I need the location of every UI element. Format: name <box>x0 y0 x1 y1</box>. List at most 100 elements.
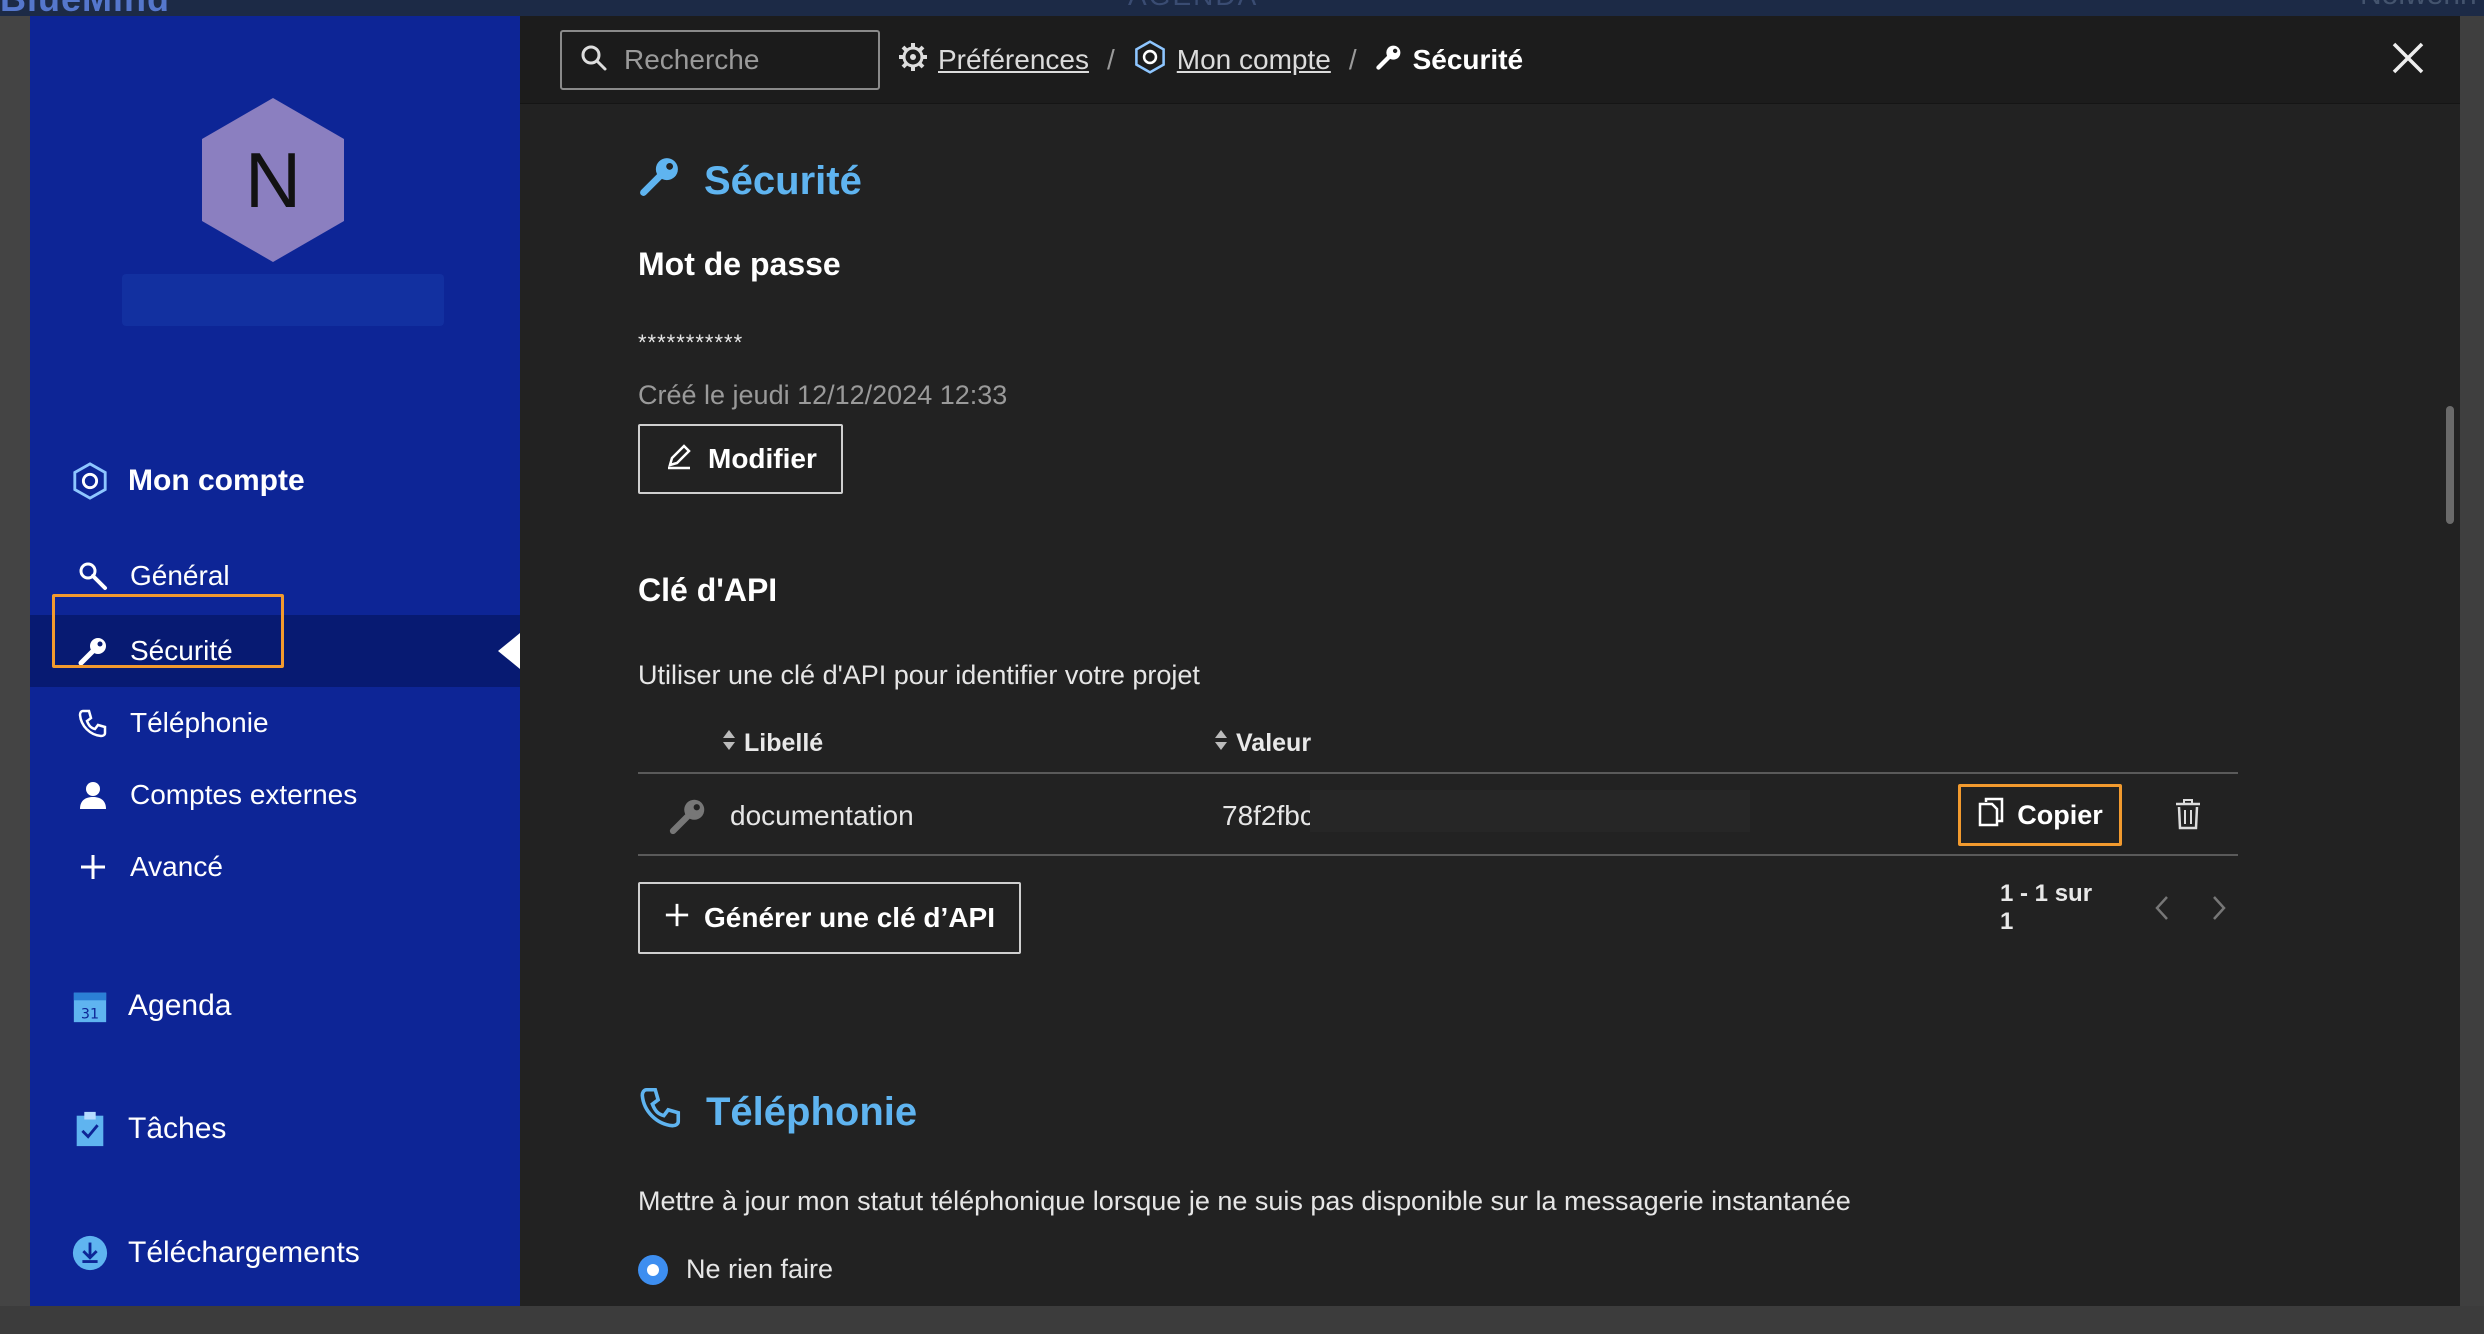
radio-button-selected[interactable] <box>638 1254 668 1285</box>
scrollbar[interactable] <box>2446 406 2454 524</box>
preferences-sidebar: N Mon compte Général Sécurité Téléphonie… <box>30 16 520 1306</box>
api-key-heading: Clé d'API <box>638 572 778 608</box>
sidebar-section-taches[interactable]: Tâches <box>30 1094 520 1164</box>
edit-password-button[interactable]: Modifier <box>638 424 843 494</box>
api-key-value: 78f2fbc <box>1222 800 1314 831</box>
copy-button[interactable]: Copier <box>1958 784 2122 846</box>
search-box[interactable] <box>560 30 880 90</box>
api-key-label: documentation <box>730 800 914 831</box>
radio-option-label: Ne rien faire <box>686 1254 834 1284</box>
sidebar-section-agenda[interactable]: 31 Agenda <box>30 971 520 1041</box>
sort-icon <box>722 728 736 759</box>
breadcrumb: Préférences / Mon compte / Sécurité <box>898 16 1523 104</box>
pagination-label: 1 - 1 sur 1 <box>2000 880 2093 935</box>
background-logo: BlueMind <box>0 0 170 16</box>
background-agenda-label: AGENDA <box>1128 0 1258 12</box>
section-title-text: Téléphonie <box>706 1089 918 1134</box>
table-header: Libellé Valeur <box>638 714 2238 774</box>
key-icon <box>1375 43 1403 78</box>
section-title-telephonie: Téléphonie <box>638 1084 917 1140</box>
chevron-right-icon <box>2213 896 2227 920</box>
radio-option-ne-rien-faire[interactable]: Ne rien faire <box>638 1254 833 1285</box>
pagination: 1 - 1 sur 1 <box>2000 880 2238 935</box>
section-title-securite: Sécurité <box>638 154 862 208</box>
pencil-icon <box>664 441 694 478</box>
table-row: documentation 78f2fbc Copier <box>638 776 2238 856</box>
phone-icon <box>638 1084 684 1140</box>
user-name-redacted <box>122 274 444 326</box>
sidebar-item-avance[interactable]: Avancé <box>30 831 520 903</box>
breadcrumb-separator: / <box>1348 44 1357 75</box>
background-topbar: BlueMind AGENDA Nolwenn <box>0 0 2484 16</box>
account-hexagon-icon <box>1133 39 1167 81</box>
sort-icon <box>1214 728 1228 759</box>
column-header-valeur[interactable]: Valeur <box>1214 728 1311 759</box>
api-key-value-redacted <box>1310 790 1750 832</box>
close-button[interactable] <box>2386 38 2430 82</box>
next-page-button[interactable] <box>2201 888 2238 928</box>
preferences-topbar: Préférences / Mon compte / Sécurité <box>520 16 2460 104</box>
delete-button[interactable] <box>2168 796 2208 836</box>
previous-page-button[interactable] <box>2144 888 2181 928</box>
generate-api-key-button[interactable]: Générer une clé d’API <box>638 882 1021 954</box>
background-user-name: Nolwenn <box>2360 0 2477 12</box>
gear-icon <box>898 42 928 79</box>
download-icon <box>70 1233 110 1273</box>
breadcrumb-current: Sécurité <box>1412 44 1524 75</box>
trash-icon <box>2174 798 2202 835</box>
phone-icon <box>76 706 110 740</box>
preferences-modal: N Mon compte Général Sécurité Téléphonie… <box>30 16 2460 1306</box>
close-icon <box>2391 41 2425 80</box>
background-right <box>2460 16 2484 1334</box>
password-heading: Mot de passe <box>638 246 841 282</box>
sidebar-section-telechargements[interactable]: Téléchargements <box>30 1218 520 1288</box>
chevron-left-icon <box>2155 896 2169 920</box>
plus-icon <box>664 902 690 935</box>
column-header-libelle[interactable]: Libellé <box>722 728 823 759</box>
breadcrumb-link[interactable]: Préférences <box>938 44 1089 76</box>
preferences-content: Préférences / Mon compte / Sécurité <box>520 16 2460 1306</box>
sidebar-item-general[interactable]: Général <box>30 540 520 612</box>
sidebar-section-label: Mon compte <box>128 464 305 497</box>
breadcrumb-separator: / <box>1106 44 1115 75</box>
breadcrumb-link[interactable]: Mon compte <box>1177 44 1331 76</box>
column-header-label: Valeur <box>1236 729 1312 757</box>
section-title-text: Sécurité <box>704 158 862 203</box>
sidebar-section-label: Tâches <box>128 1112 227 1145</box>
wrench-icon <box>76 559 110 593</box>
key-row-icon <box>668 776 708 856</box>
telephony-description: Mettre à jour mon statut téléphonique lo… <box>638 1186 1851 1216</box>
sidebar-item-label: Avancé <box>130 851 223 882</box>
sidebar-item-label: Sécurité <box>130 635 233 666</box>
button-label: Générer une clé d’API <box>704 902 995 933</box>
breadcrumb-securite: Sécurité <box>1375 43 1524 78</box>
sidebar-section-mon-compte[interactable]: Mon compte <box>30 446 520 516</box>
sidebar-item-label: Général <box>130 560 230 591</box>
user-icon <box>76 778 110 812</box>
sidebar-item-securite[interactable]: Sécurité <box>30 615 520 687</box>
sidebar-item-telephonie[interactable]: Téléphonie <box>30 687 520 759</box>
button-label: Copier <box>2017 799 2103 830</box>
column-header-label: Libellé <box>744 729 824 757</box>
search-icon <box>580 44 608 77</box>
calendar-icon: 31 <box>70 986 110 1026</box>
copy-document-icon <box>1977 796 2005 835</box>
sidebar-item-comptes-externes[interactable]: Comptes externes <box>30 759 520 831</box>
avatar[interactable]: N <box>202 98 344 262</box>
account-hexagon-icon <box>70 461 110 501</box>
button-label: Modifier <box>708 443 817 474</box>
plus-icon <box>76 850 110 884</box>
search-input[interactable] <box>624 44 864 76</box>
background-bottom <box>0 1306 2484 1334</box>
tasks-clipboard-icon <box>70 1109 110 1149</box>
key-icon <box>76 634 110 668</box>
password-created-date: Créé le jeudi 12/12/2024 12:33 <box>638 380 1008 410</box>
avatar-letter: N <box>244 135 302 224</box>
sidebar-item-label: Téléphonie <box>130 707 269 738</box>
sidebar-item-label: Comptes externes <box>130 779 358 810</box>
breadcrumb-preferences[interactable]: Préférences <box>898 42 1089 79</box>
breadcrumb-mon-compte[interactable]: Mon compte <box>1133 39 1331 81</box>
sidebar-section-label: Téléchargements <box>128 1236 360 1269</box>
sidebar-section-label: Agenda <box>128 989 232 1022</box>
api-key-description: Utiliser une clé d'API pour identifier v… <box>638 660 1200 690</box>
